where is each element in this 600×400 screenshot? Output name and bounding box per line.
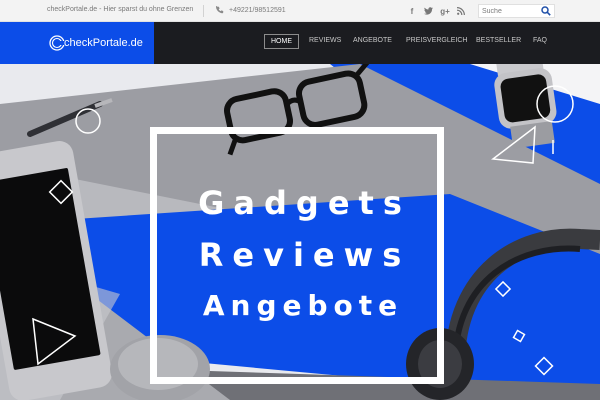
nav-home[interactable]: HOME [264,34,299,49]
nav-faq[interactable]: FAQ [533,37,547,44]
nav-angebote[interactable]: ANGEBOTE [353,37,392,44]
rss-icon[interactable] [454,4,468,18]
phone-icon [216,6,224,14]
hero-line-angebote: Angebote [202,289,404,322]
logo-text: checkPortale.de [64,37,143,49]
nav-reviews[interactable]: REVIEWS [309,37,341,44]
logo[interactable]: checkPortale.de [0,22,154,64]
nav-bestseller[interactable]: BESTSELLER [476,37,521,44]
phone-number[interactable]: +49221/98512591 [216,6,286,14]
topbar-divider [203,5,204,17]
top-bar: checkPortale.de - Hier sparst du ohne Gr… [0,0,600,22]
hero-line-reviews: Reviews [198,236,411,274]
search-box [478,4,555,18]
main-header: checkPortale.de HOME REVIEWS ANGEBOTE PR… [0,22,600,64]
search-icon[interactable] [541,6,551,16]
search-input[interactable] [482,6,537,17]
phone-number-text: +49221/98512591 [229,6,286,14]
hero-banner: Gadgets Reviews Angebote [0,64,600,400]
google-plus-icon[interactable]: g+ [438,4,452,18]
facebook-icon[interactable]: f [405,4,419,18]
site-tagline: checkPortale.de - Hier sparst du ohne Gr… [47,6,194,13]
hero-line-gadgets: Gadgets [198,184,411,222]
twitter-icon[interactable] [421,4,435,18]
logo-mark-icon [49,35,65,51]
nav-preisvergleich[interactable]: PREISVERGLEICH [406,37,467,44]
